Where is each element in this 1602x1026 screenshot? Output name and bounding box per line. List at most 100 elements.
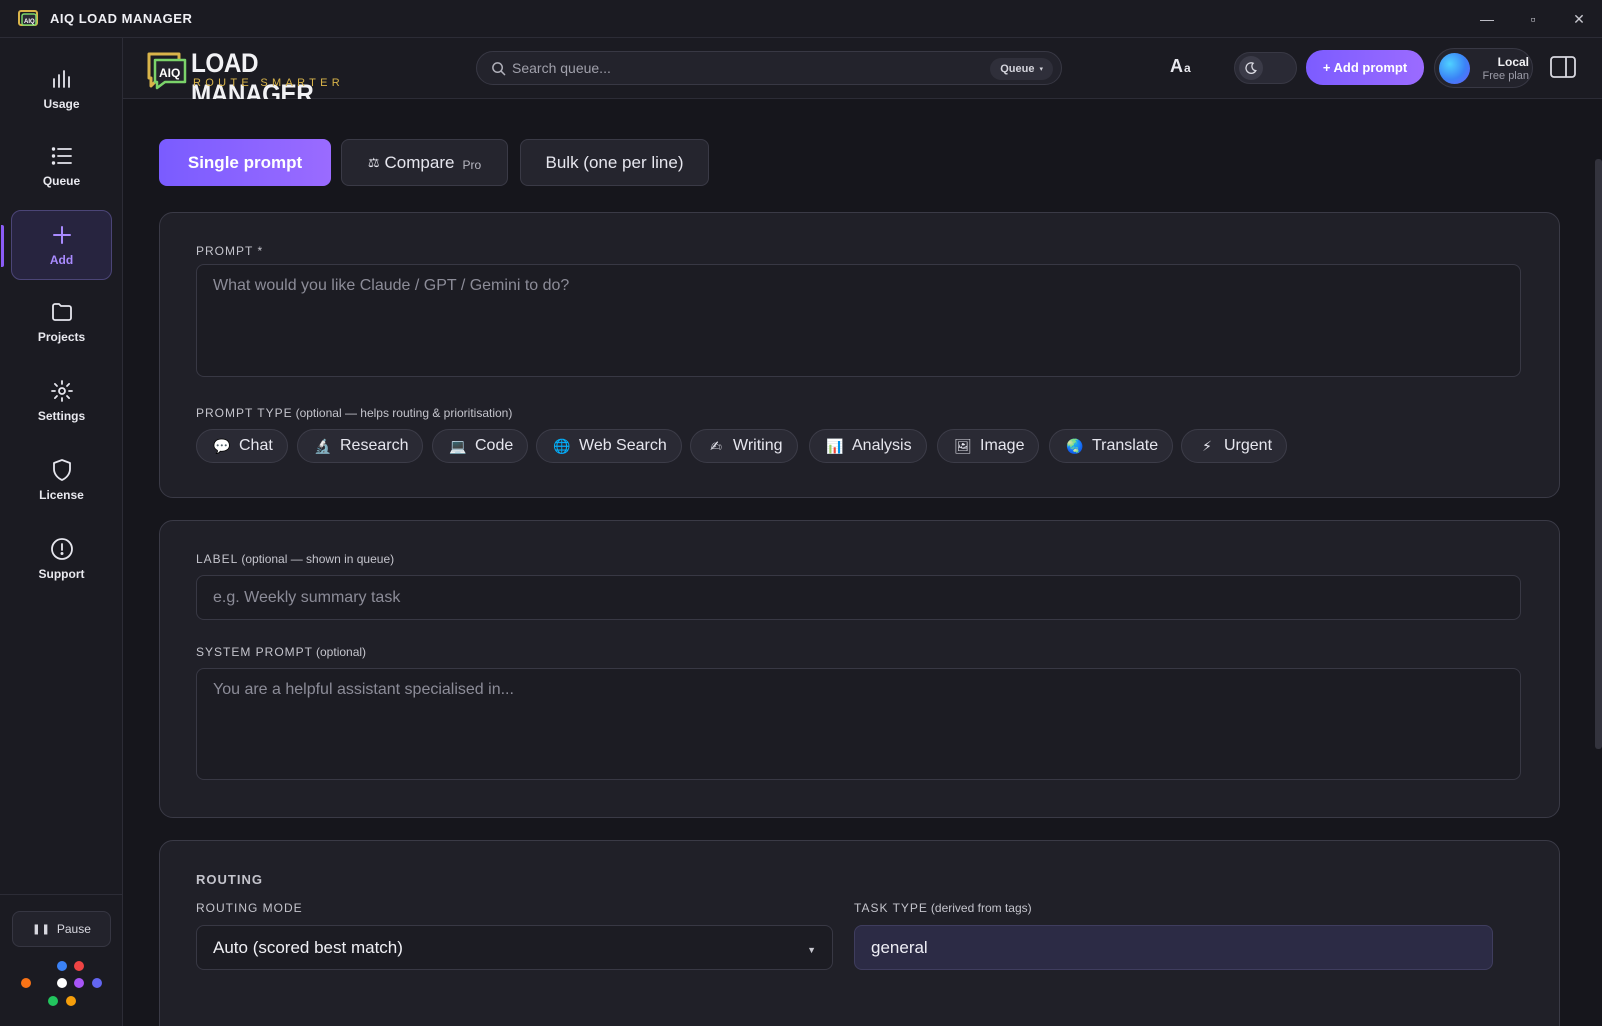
panel-toggle-icon[interactable] <box>1549 54 1577 80</box>
font-size-button[interactable]: A a <box>1170 56 1196 80</box>
status-dots <box>0 958 123 1018</box>
sidebar-item-label: Usage <box>43 97 80 111</box>
label-field-label-text: LABEL <box>196 552 239 566</box>
earth-icon: 🌏 <box>1066 437 1084 454</box>
title-bar: AIQ AIQ LOAD MANAGER — ▫ ✕ <box>0 0 1602 38</box>
tab-single-prompt[interactable]: Single prompt <box>159 139 331 186</box>
search-scope-label: Queue <box>1000 63 1035 75</box>
avatar <box>1439 53 1470 84</box>
app-title: AIQ LOAD MANAGER <box>50 11 193 26</box>
label-input[interactable] <box>196 575 1521 620</box>
brand-logo[interactable]: AIQ LOAD MANAGER ROUTE SMARTER <box>145 46 355 109</box>
minimize-button[interactable]: — <box>1464 0 1510 38</box>
window-controls: — ▫ ✕ <box>1464 0 1602 38</box>
sidebar-item-add[interactable]: Add <box>1 210 112 280</box>
sidebar-item-license[interactable]: License <box>11 445 112 515</box>
status-dot <box>21 978 31 988</box>
system-prompt-hint: (optional) <box>316 645 367 659</box>
pause-label: Pause <box>56 922 91 936</box>
routing-title: ROUTING <box>196 872 263 887</box>
add-prompt-button[interactable]: + Add prompt <box>1306 50 1424 85</box>
tab-compare[interactable]: ⚖ Compare Pro <box>341 139 508 186</box>
sidebar-item-usage[interactable]: Usage <box>11 54 112 124</box>
pro-badge: Pro <box>462 157 482 172</box>
sidebar-item-label: Support <box>38 567 85 581</box>
prompt-textarea[interactable] <box>196 264 1521 377</box>
chip-label: Research <box>340 437 409 454</box>
speech-bubble-icon: 💬 <box>213 437 231 454</box>
scales-icon: ⚖ <box>367 154 380 170</box>
tag-chip-web-search[interactable]: 🌐 Web Search <box>536 429 682 463</box>
tag-chip-chat[interactable]: 💬 Chat <box>196 429 288 463</box>
search-scope-dropdown[interactable]: Queue ▾ <box>990 58 1053 80</box>
app-logo-icon: AIQ <box>18 9 38 26</box>
header: AIQ LOAD MANAGER ROUTE SMARTER Queue ▾ A… <box>123 38 1602 109</box>
sidebar-item-label: Add <box>49 253 74 267</box>
main-content: Single prompt ⚖ Compare Pro Bulk (one pe… <box>123 99 1602 1026</box>
tab-label: Compare <box>384 152 455 172</box>
task-type-hint: (derived from tags) <box>930 901 1032 915</box>
task-type-label: TASK TYPE (derived from tags) <box>854 901 1032 915</box>
svg-text:AIQ: AIQ <box>159 66 180 80</box>
sidebar-item-support[interactable]: Support <box>11 524 112 594</box>
folder-icon <box>51 303 72 321</box>
routing-mode-select[interactable]: Auto (scored best match) ▼ <box>196 925 833 970</box>
alert-circle-icon <box>50 538 73 560</box>
chart-icon: 📊 <box>826 437 844 454</box>
chip-label: Image <box>980 437 1025 454</box>
routing-mode-label: ROUTING MODE <box>196 901 303 915</box>
scrollbar[interactable] <box>1595 159 1602 749</box>
theme-toggle[interactable] <box>1234 52 1297 84</box>
tag-chip-code[interactable]: 💻 Code <box>432 429 529 463</box>
maximize-button[interactable]: ▫ <box>1510 0 1556 38</box>
user-name: Local <box>1497 55 1529 69</box>
microscope-icon: 🔬 <box>314 437 332 454</box>
prompt-label: PROMPT * <box>196 244 263 258</box>
list-icon <box>51 147 72 165</box>
writing-hand-icon: ✍ <box>710 437 722 454</box>
sidebar: Usage Queue Add Projects Settings Licens… <box>0 38 123 1026</box>
system-prompt-textarea[interactable] <box>196 668 1521 780</box>
font-size-small-letter: a <box>1184 61 1191 75</box>
tab-bulk[interactable]: Bulk (one per line) <box>520 139 709 186</box>
picture-icon: 🖼 <box>954 437 972 454</box>
status-dot <box>48 996 58 1006</box>
gear-icon <box>50 380 73 402</box>
tag-chip-translate[interactable]: 🌏 Translate <box>1049 429 1174 463</box>
status-dot <box>92 978 102 988</box>
theme-toggle-knob <box>1239 56 1263 80</box>
pause-button[interactable]: ❚❚ Pause <box>12 911 111 947</box>
tag-chip-writing[interactable]: ✍ Writing <box>690 429 798 463</box>
chip-label: Translate <box>1092 437 1159 454</box>
task-type-value: general <box>871 937 928 957</box>
status-dot <box>57 978 67 988</box>
user-account-chip[interactable]: Local Free plan <box>1434 48 1533 88</box>
system-prompt-label: SYSTEM PROMPT (optional) <box>196 645 366 659</box>
close-button[interactable]: ✕ <box>1556 0 1602 38</box>
tag-chip-analysis[interactable]: 📊 Analysis <box>809 429 927 463</box>
shield-icon <box>52 459 71 481</box>
sidebar-item-queue[interactable]: Queue <box>11 131 112 201</box>
chip-label: Code <box>475 437 514 454</box>
search-input[interactable] <box>512 56 932 80</box>
chip-label: Writing <box>733 437 783 454</box>
tag-chip-urgent[interactable]: ⚡ Urgent <box>1181 429 1288 463</box>
search-icon <box>492 62 506 76</box>
tag-chip-image[interactable]: 🖼 Image <box>937 429 1040 463</box>
tag-chip-research[interactable]: 🔬 Research <box>297 429 424 463</box>
prompt-type-hint: (optional — helps routing & prioritisati… <box>295 406 513 420</box>
tab-label: Single prompt <box>187 152 303 172</box>
sidebar-item-label: Settings <box>37 409 86 423</box>
brand-tagline: ROUTE SMARTER <box>193 77 345 89</box>
chip-label: Urgent <box>1224 437 1273 454</box>
lightning-icon: ⚡ <box>1202 437 1212 454</box>
sidebar-item-settings[interactable]: Settings <box>11 366 112 436</box>
sidebar-item-label: Projects <box>37 330 86 344</box>
plus-icon <box>52 226 71 244</box>
sidebar-item-projects[interactable]: Projects <box>11 287 112 357</box>
chip-label: Analysis <box>852 437 912 454</box>
system-prompt-label-text: SYSTEM PROMPT <box>196 645 314 659</box>
task-type-label-text: TASK TYPE <box>854 901 928 915</box>
moon-icon <box>1245 62 1257 74</box>
task-type-field: general <box>854 925 1493 970</box>
